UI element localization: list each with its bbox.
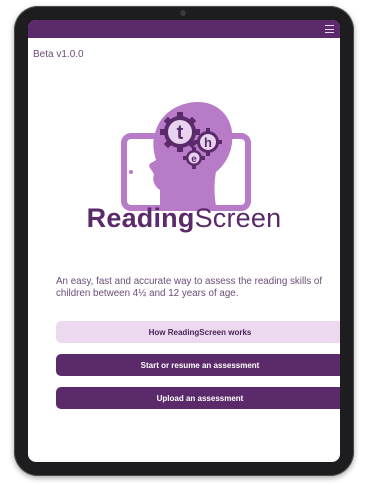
app-title-regular: Screen xyxy=(194,203,282,233)
upload-assessment-button[interactable]: Upload an assessment xyxy=(56,387,340,409)
gear-letter-t: t xyxy=(177,122,184,144)
camera-dot xyxy=(180,10,186,16)
start-assessment-button[interactable]: Start or resume an assessment xyxy=(56,354,340,376)
readingscreen-logo: t h e xyxy=(120,94,252,214)
tablet-frame: Beta v1.0.0 t h e ReadingScreen An easy,… xyxy=(14,6,354,476)
app-title: ReadingScreen xyxy=(28,203,340,234)
version-label: Beta v1.0.0 xyxy=(33,49,84,60)
gear-letter-h: h xyxy=(204,135,212,150)
app-screen: Beta v1.0.0 t h e ReadingScreen An easy,… xyxy=(28,20,340,462)
top-bar xyxy=(28,20,340,38)
tablet-child-gears-icon: t h e xyxy=(121,102,251,211)
how-it-works-button[interactable]: How ReadingScreen works xyxy=(56,321,340,343)
app-title-bold: Reading xyxy=(86,203,195,233)
gear-letter-e: e xyxy=(191,154,197,165)
app-tagline: An easy, fast and accurate way to assess… xyxy=(56,276,323,299)
hamburger-menu-icon[interactable] xyxy=(325,25,334,33)
